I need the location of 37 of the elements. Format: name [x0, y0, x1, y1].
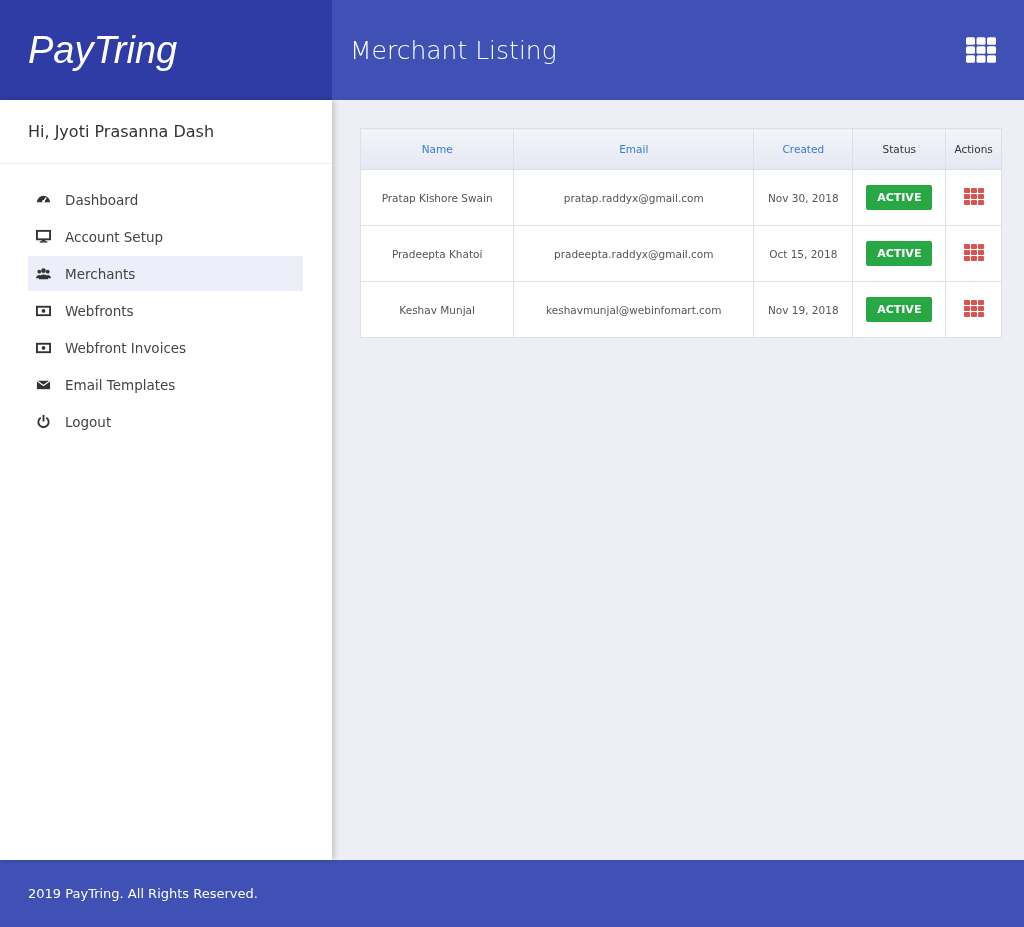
table-cell: keshavmunjal@webinfomart.com [513, 281, 754, 338]
table-cell: pradeepta.raddyx@gmail.com [513, 225, 754, 282]
envelope-icon [36, 377, 51, 392]
column-header[interactable]: Created [753, 128, 853, 170]
table-cell: Keshav Munjal [360, 281, 514, 338]
sidebar-item[interactable]: Webfront Invoices [28, 330, 303, 365]
table-cell: Pratap Kishore Swain [360, 169, 514, 226]
apps-grid-icon[interactable] [966, 37, 996, 63]
grid-icon[interactable] [963, 244, 984, 261]
sidebar-item[interactable]: Merchants [28, 256, 303, 291]
status-badge: ACTIVE [866, 241, 933, 266]
logo: PayTring [28, 28, 178, 72]
status-badge: ACTIVE [866, 185, 933, 210]
column-header: Status [852, 128, 946, 170]
status-badge: ACTIVE [866, 297, 933, 322]
grid-icon[interactable] [963, 188, 984, 205]
users-icon [36, 266, 51, 281]
monitor-icon [36, 229, 51, 244]
table-cell: Nov 19, 2018 [753, 281, 853, 338]
sidebar-item[interactable]: Logout [28, 404, 303, 439]
page-title: Merchant Listing [350, 35, 557, 65]
grid-icon[interactable] [963, 300, 984, 317]
money-icon [36, 340, 51, 355]
sidebar-item[interactable]: Email Templates [28, 367, 303, 402]
sidebar-item[interactable]: Account Setup [28, 219, 303, 254]
column-header[interactable]: Email [513, 128, 754, 170]
table-cell: Nov 30, 2018 [753, 169, 853, 226]
column-header: Actions [945, 128, 1002, 170]
money-icon [36, 303, 51, 318]
sidebar-item[interactable]: Dashboard [28, 182, 303, 217]
power-icon [36, 414, 51, 429]
table-cell: pratap.raddyx@gmail.com [513, 169, 754, 226]
table-cell: Oct 15, 2018 [753, 225, 853, 282]
copyright-text: 2019 PayTring. All Rights Reserved. [28, 886, 258, 901]
sidebar-item[interactable]: Webfronts [28, 293, 303, 328]
column-header[interactable]: Name [360, 128, 514, 170]
table-cell: Pradeepta Khatoi [360, 225, 514, 282]
